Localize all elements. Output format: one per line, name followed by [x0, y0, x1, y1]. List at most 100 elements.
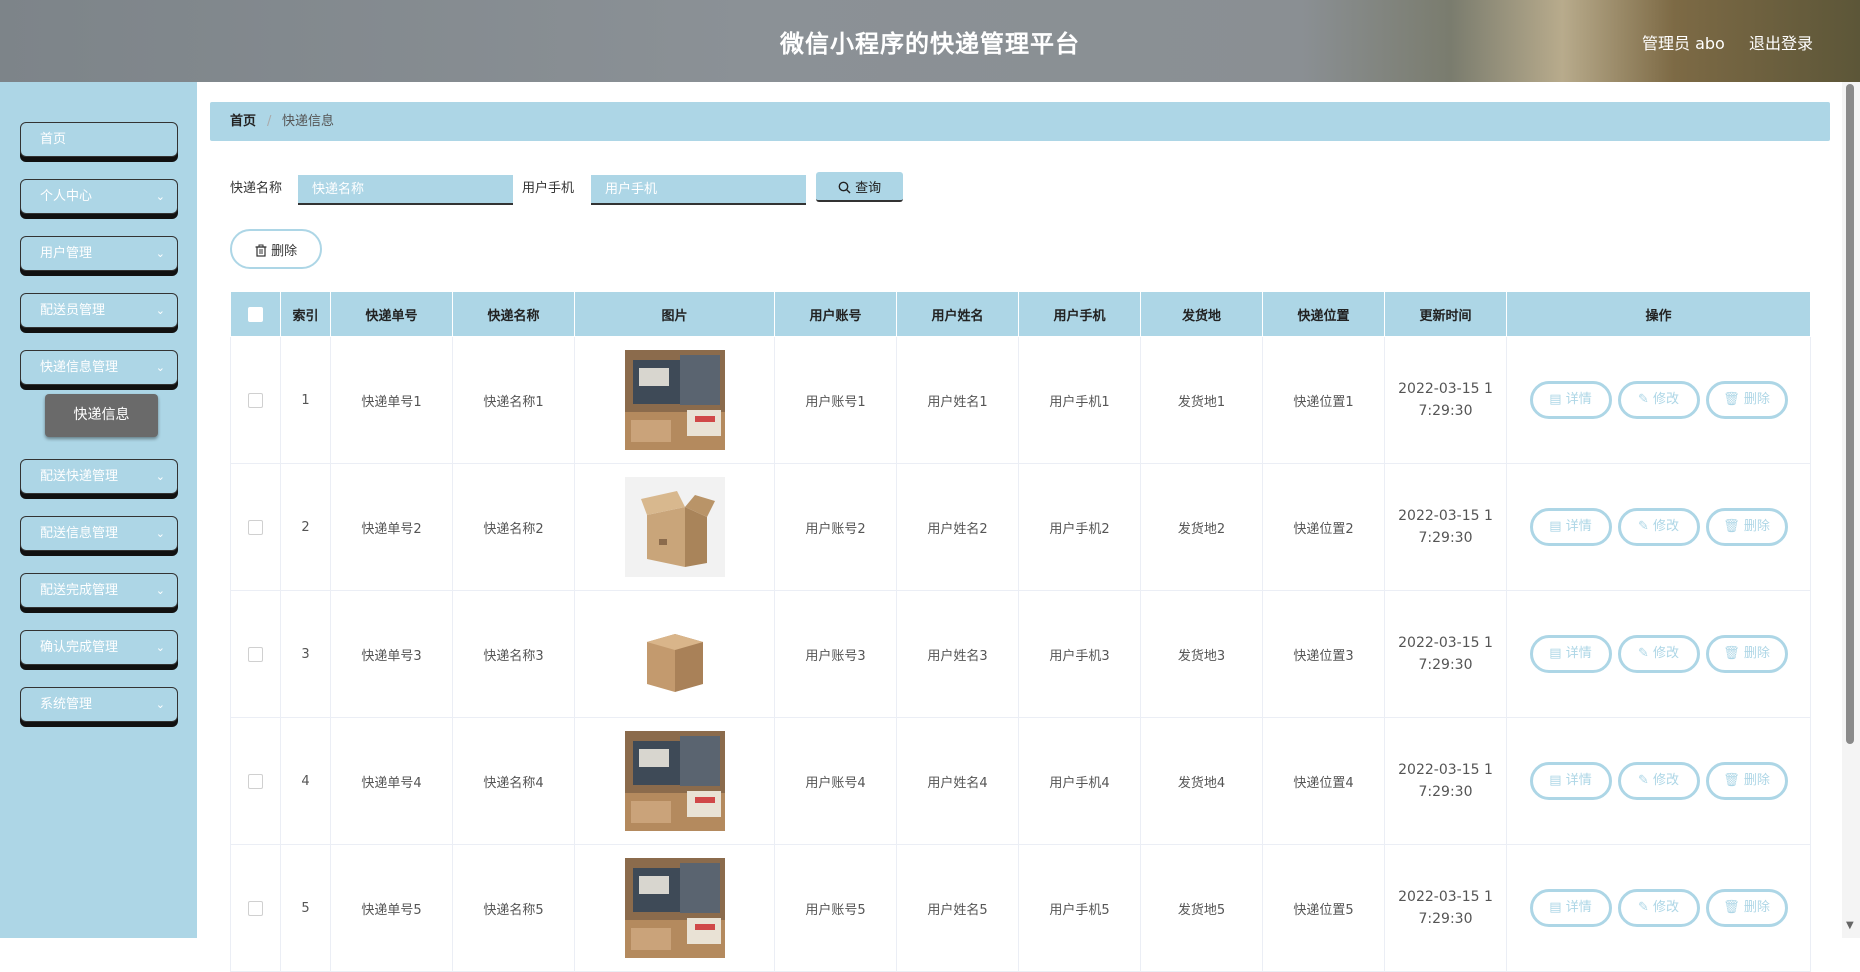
row-select-cell[interactable] — [230, 590, 281, 718]
edit-button[interactable]: ✎ 修改 — [1617, 381, 1700, 419]
logout-link[interactable]: 退出登录 — [1749, 30, 1813, 54]
cell-account: 用户账号4 — [774, 717, 897, 845]
pencil-icon: ✎ — [1637, 900, 1649, 915]
trash-icon: 🗑 — [1723, 773, 1740, 788]
trash-icon: 🗑 — [1723, 646, 1740, 661]
detail-button-label: 详情 — [1565, 519, 1592, 534]
sidebar-item-system[interactable]: 系统管理 ⌄ — [20, 687, 178, 722]
cell-account: 用户账号3 — [774, 590, 897, 718]
cell-username: 用户姓名4 — [896, 717, 1019, 845]
cell-username: 用户姓名2 — [896, 463, 1019, 591]
sidebar-item-label: 用户管理 — [40, 246, 93, 261]
cell-phone: 用户手机5 — [1018, 844, 1141, 972]
cell-updated-time: 2022-03-15 1 7:29:30 — [1384, 717, 1507, 845]
cell-phone: 用户手机2 — [1018, 463, 1141, 591]
chevron-down-icon: ⌄ — [155, 698, 165, 711]
scrollbar-thumb[interactable] — [1846, 84, 1854, 744]
time-part: 7:29:30 — [1418, 530, 1473, 546]
cell-image — [574, 463, 775, 591]
pencil-icon: ✎ — [1637, 392, 1649, 407]
sidebar-item-delivery-info[interactable]: 配送信息管理 ⌄ — [20, 516, 178, 551]
detail-button[interactable]: ▤ 详情 — [1529, 889, 1612, 927]
cell-index: 2 — [280, 463, 331, 591]
edit-button[interactable]: ✎ 修改 — [1617, 762, 1700, 800]
cell-username: 用户姓名5 — [896, 844, 1019, 972]
chevron-down-icon: ⌄ — [155, 470, 165, 483]
user-phone-label: 用户手机 — [522, 181, 575, 196]
sidebar-item-users[interactable]: 用户管理 ⌄ — [20, 236, 178, 271]
edit-button[interactable]: ✎ 修改 — [1617, 889, 1700, 927]
query-button-label: 查询 — [855, 180, 882, 196]
sidebar: 首页 个人中心 ⌄ 用户管理 ⌄ 配送员管理 ⌄ 快递信息管理 ⌄ 快递信息 配… — [0, 82, 197, 938]
breadcrumb: 首页 / 快递信息 — [210, 102, 1830, 141]
row-select-cell[interactable] — [230, 717, 281, 845]
breadcrumb-separator: / — [267, 114, 272, 129]
cell-image — [574, 336, 775, 464]
detail-button[interactable]: ▤ 详情 — [1529, 508, 1612, 546]
edit-button-label: 修改 — [1653, 392, 1680, 407]
batch-delete-button[interactable]: 删除 — [230, 229, 322, 269]
detail-button-label: 详情 — [1565, 900, 1592, 915]
cell-phone: 用户手机1 — [1018, 336, 1141, 464]
delete-button-label: 删除 — [1743, 900, 1770, 915]
detail-button[interactable]: ▤ 详情 — [1529, 635, 1612, 673]
sidebar-item-delivery-done[interactable]: 配送完成管理 ⌄ — [20, 573, 178, 608]
trash-icon — [255, 244, 267, 257]
column-header: 快递单号 — [330, 291, 453, 337]
cell-username: 用户姓名1 — [896, 336, 1019, 464]
sidebar-subitem-express-info[interactable]: 快递信息 — [45, 394, 158, 437]
sidebar-item-confirm-done[interactable]: 确认完成管理 ⌄ — [20, 630, 178, 665]
chevron-down-icon: ⌄ — [155, 304, 165, 317]
chevron-down-icon: ⌄ — [155, 190, 165, 203]
edit-button[interactable]: ✎ 修改 — [1617, 635, 1700, 673]
delete-button[interactable]: 🗑 删除 — [1705, 762, 1788, 800]
cell-name: 快递名称1 — [452, 336, 575, 464]
delete-button[interactable]: 🗑 删除 — [1705, 635, 1788, 673]
sidebar-item-label: 个人中心 — [40, 189, 93, 204]
cell-phone: 用户手机3 — [1018, 590, 1141, 718]
cell-index: 5 — [280, 844, 331, 972]
column-header: 快递位置 — [1262, 291, 1385, 337]
sidebar-item-express-info[interactable]: 快递信息管理 ⌄ — [20, 350, 178, 385]
user-phone-input[interactable] — [591, 175, 806, 205]
sidebar-item-couriers[interactable]: 配送员管理 ⌄ — [20, 293, 178, 328]
header-select-all[interactable] — [230, 291, 281, 337]
sidebar-item-delivery-express[interactable]: 配送快递管理 ⌄ — [20, 459, 178, 494]
detail-button[interactable]: ▤ 详情 — [1529, 381, 1612, 419]
column-header: 快递名称 — [452, 291, 575, 337]
row-select-cell[interactable] — [230, 336, 281, 464]
chevron-down-icon: ⌄ — [155, 584, 165, 597]
sidebar-item-profile[interactable]: 个人中心 ⌄ — [20, 179, 178, 214]
sidebar-item-home[interactable]: 首页 — [20, 122, 178, 157]
time-part: 2022-03-15 1 — [1398, 635, 1493, 651]
breadcrumb-home[interactable]: 首页 — [230, 102, 256, 141]
row-select-cell[interactable] — [230, 463, 281, 591]
cell-account: 用户账号2 — [774, 463, 897, 591]
row-checkbox[interactable] — [248, 900, 263, 916]
delete-button[interactable]: 🗑 删除 — [1705, 508, 1788, 546]
chevron-down-icon: ⌄ — [155, 247, 165, 260]
column-header: 索引 — [280, 291, 331, 337]
row-checkbox[interactable] — [248, 519, 263, 535]
row-checkbox[interactable] — [248, 646, 263, 662]
scroll-down-arrow-icon[interactable]: ▼ — [1846, 920, 1854, 931]
detail-button[interactable]: ▤ 详情 — [1529, 762, 1612, 800]
cell-location: 快递位置3 — [1262, 590, 1385, 718]
detail-button-label: 详情 — [1565, 392, 1592, 407]
cell-actions: ▤ 详情 ✎ 修改 🗑 删除 — [1506, 463, 1811, 591]
edit-button[interactable]: ✎ 修改 — [1617, 508, 1700, 546]
cell-name: 快递名称2 — [452, 463, 575, 591]
express-image — [624, 731, 725, 831]
row-checkbox[interactable] — [248, 773, 263, 789]
express-name-input[interactable] — [298, 175, 513, 205]
table-row: 5 快递单号5 快递名称5 用户账号5 用户姓名5 用户手机5 发货地5 快递位置5 2022-… — [230, 844, 1811, 972]
delete-button[interactable]: 🗑 删除 — [1705, 381, 1788, 419]
page-scrollbar[interactable]: ▼ — [1842, 82, 1860, 938]
query-button[interactable]: 查询 — [816, 172, 903, 202]
row-select-cell[interactable] — [230, 844, 281, 972]
row-checkbox[interactable] — [248, 392, 263, 408]
delete-button[interactable]: 🗑 删除 — [1705, 889, 1788, 927]
cell-name: 快递名称3 — [452, 590, 575, 718]
document-icon: ▤ — [1549, 900, 1562, 915]
select-all-checkbox[interactable] — [248, 306, 263, 322]
